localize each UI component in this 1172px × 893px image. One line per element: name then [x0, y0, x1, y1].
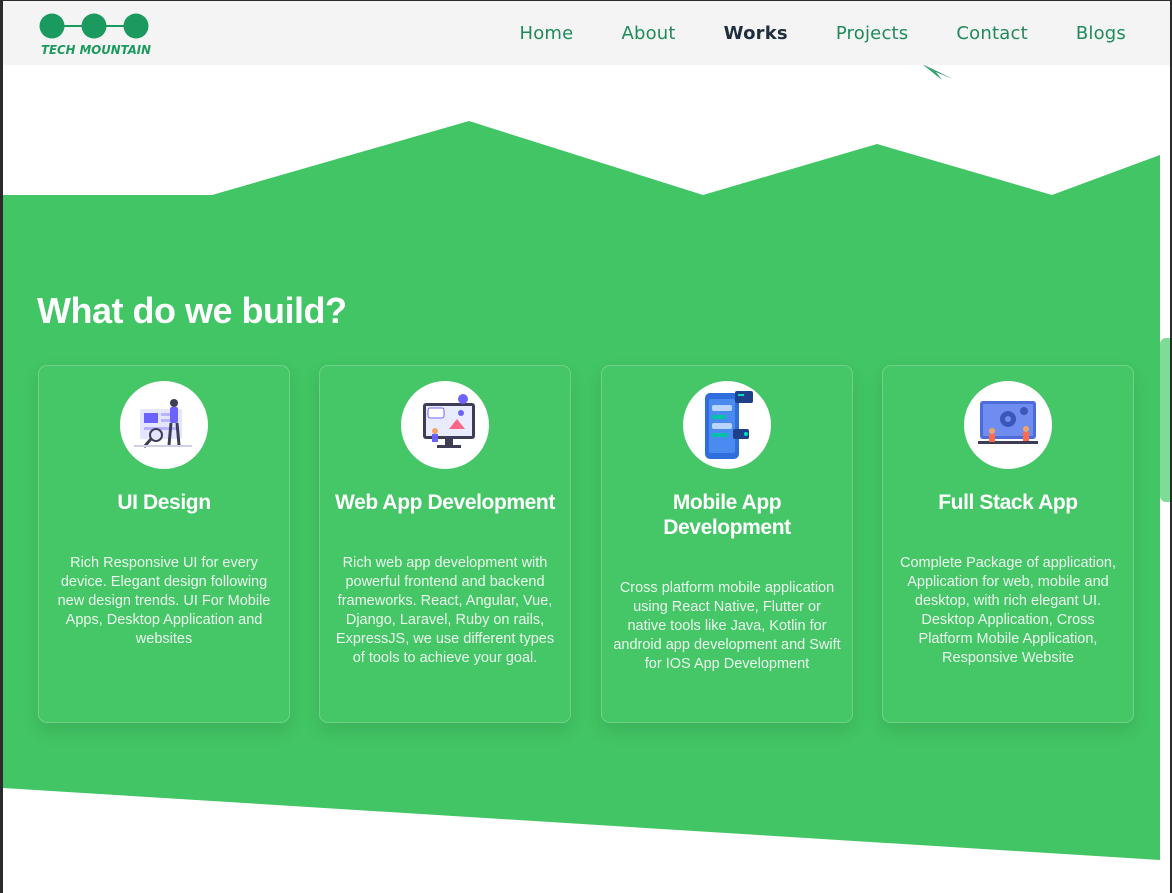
card-description: Rich web app development with powerful f… — [335, 555, 555, 666]
window-border-left — [0, 0, 3, 893]
card-description: Complete Package of application, Applica… — [899, 555, 1117, 666]
card-title: Full Stack App — [938, 491, 1078, 514]
service-card-mobile-app[interactable]: Mobile App Development Cross platform mo… — [601, 365, 853, 723]
top-navbar: TECH MOUNTAIN Home About Works Projects … — [3, 1, 1170, 65]
ui-design-illustration-icon — [120, 381, 208, 469]
nav-menu: Home About Works Projects Contact Blogs — [471, 1, 1126, 65]
service-card-ui-design[interactable]: UI Design Rich Responsive UI for every d… — [38, 365, 290, 723]
full-stack-illustration-icon — [964, 381, 1052, 469]
logo-text: TECH MOUNTAIN — [41, 43, 151, 57]
nav-blogs[interactable]: Blogs — [1076, 23, 1126, 44]
nav-projects[interactable]: Projects — [836, 23, 909, 44]
nav-about[interactable]: About — [621, 23, 675, 44]
service-card-full-stack[interactable]: Full Stack App Complete Package of appli… — [882, 365, 1134, 723]
card-title: UI Design — [117, 491, 211, 514]
card-description: Cross platform mobile application using … — [613, 580, 841, 672]
scrollbar-thumb[interactable] — [1160, 338, 1170, 502]
card-title: Mobile App Development — [663, 491, 791, 539]
web-app-illustration-icon — [401, 381, 489, 469]
window-border-top — [0, 0, 1172, 1]
tech-mountain-logo[interactable]: TECH MOUNTAIN — [38, 12, 158, 58]
mobile-app-illustration-icon — [683, 381, 771, 469]
card-title: Web App Development — [335, 491, 555, 514]
nav-home[interactable]: Home — [519, 23, 573, 44]
nav-works[interactable]: Works — [724, 23, 788, 44]
section-title: What do we build? — [37, 290, 347, 331]
nav-contact[interactable]: Contact — [956, 23, 1027, 44]
service-card-web-app[interactable]: Web App Development Rich web app develop… — [319, 365, 571, 723]
card-description: Rich Responsive UI for every device. Ele… — [57, 555, 271, 647]
